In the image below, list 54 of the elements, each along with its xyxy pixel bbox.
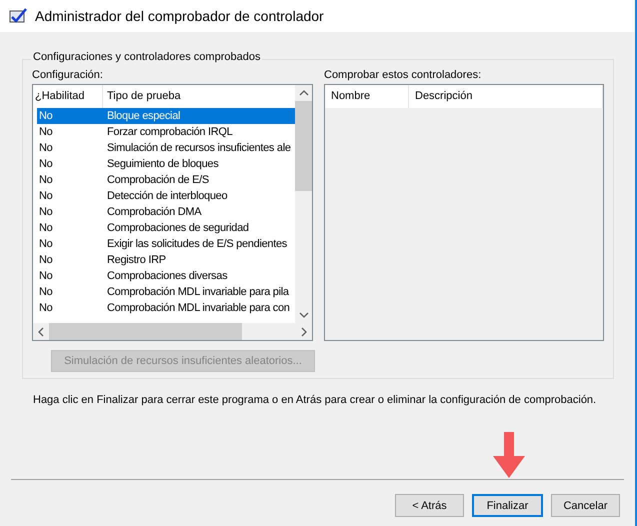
test-row[interactable]: No Seguimiento de bloques (37, 156, 295, 172)
enabled-cell-text: No (38, 189, 54, 204)
test-cell-text: Comprobaciones diversas (106, 269, 228, 284)
group-title: Configuraciones y controladores comprobados (31, 51, 262, 63)
test-row[interactable]: No Bloque especial (37, 108, 295, 124)
enabled-cell-text: No (38, 221, 54, 236)
test-row[interactable]: No Exigir las solicitudes de E/S pendientes (37, 236, 295, 252)
enabled-cell-text: No (38, 109, 54, 124)
enabled-cell-text: No (38, 141, 54, 156)
configuration-label: Configuración: (32, 68, 104, 83)
column-header[interactable]: Tipo de prueba (103, 85, 295, 108)
enabled-cell-text: No (38, 253, 54, 268)
test-row[interactable]: No Comprobación de E/S (37, 172, 295, 188)
enabled-cell-text: No (38, 285, 54, 300)
test-cell-text: Comprobación MDL invariable para con (106, 301, 291, 316)
drivers-label: Comprobar estos controladores: (324, 68, 482, 83)
test-row[interactable]: No Comprobación MDL invariable para con (37, 300, 295, 316)
enabled-cell-text: No (38, 269, 54, 284)
enabled-cell-text: No (38, 237, 54, 252)
instructions-text: Haga clic en Finalizar para cerrar este programa o en Atrás para crear o eliminar la configuración de comprobación. (33, 393, 598, 408)
test-row[interactable]: No Comprobación DMA (37, 204, 295, 220)
enabled-cell-text: No (38, 157, 54, 172)
test-row[interactable]: No Forzar comprobación IRQL (37, 124, 295, 140)
vertical-scrollbar[interactable] (295, 85, 312, 323)
dialog-button[interactable]: < Atrás (395, 494, 464, 517)
test-cell-text: Registro IRP (106, 253, 167, 268)
enabled-cell-text: No (38, 125, 54, 140)
test-row[interactable]: No Registro IRP (37, 252, 295, 268)
test-cell-text: Comprobación DMA (106, 205, 202, 220)
horizontal-scrollbar[interactable] (33, 323, 312, 340)
test-cell-text: Detección de interbloqueo (106, 189, 228, 204)
test-cell-text: Seguimiento de bloques (106, 157, 220, 172)
test-cell-text: Forzar comprobación IRQL (106, 125, 234, 140)
test-row[interactable]: No Comprobación MDL invariable para pila (37, 284, 295, 300)
enabled-cell-text: No (38, 205, 54, 220)
test-cell-text: Comprobación MDL invariable para pila (106, 285, 290, 300)
test-cell-text: Comprobación de E/S (106, 173, 210, 188)
checklist-icon (9, 8, 27, 24)
test-cell-text: Simulación de recursos insuficientes ale (106, 141, 292, 156)
test-cell-text: Bloque especial (106, 109, 182, 124)
dialog-button[interactable]: Finalizar (472, 494, 543, 517)
column-header[interactable]: Descripción (409, 85, 603, 108)
test-row[interactable]: No Simulación de recursos insuficientes ale (37, 140, 295, 156)
window-title: Administrador del comprobador de controlador (35, 8, 324, 24)
test-cell-text: Exigir las solicitudes de E/S pendientes (106, 237, 288, 252)
test-row[interactable]: No Detección de interbloqueo (37, 188, 295, 204)
test-cell-text: Comprobaciones de seguridad (106, 221, 250, 236)
column-header[interactable]: Nombre (325, 85, 409, 108)
test-row[interactable]: No Comprobaciones diversas (37, 268, 295, 284)
down-arrow-drawing (493, 432, 525, 478)
test-row[interactable]: No Comprobaciones de seguridad (37, 220, 295, 236)
enabled-cell-text: No (38, 173, 54, 188)
dialog-button[interactable]: Cancelar (551, 494, 620, 517)
enabled-cell-text: No (38, 301, 54, 316)
